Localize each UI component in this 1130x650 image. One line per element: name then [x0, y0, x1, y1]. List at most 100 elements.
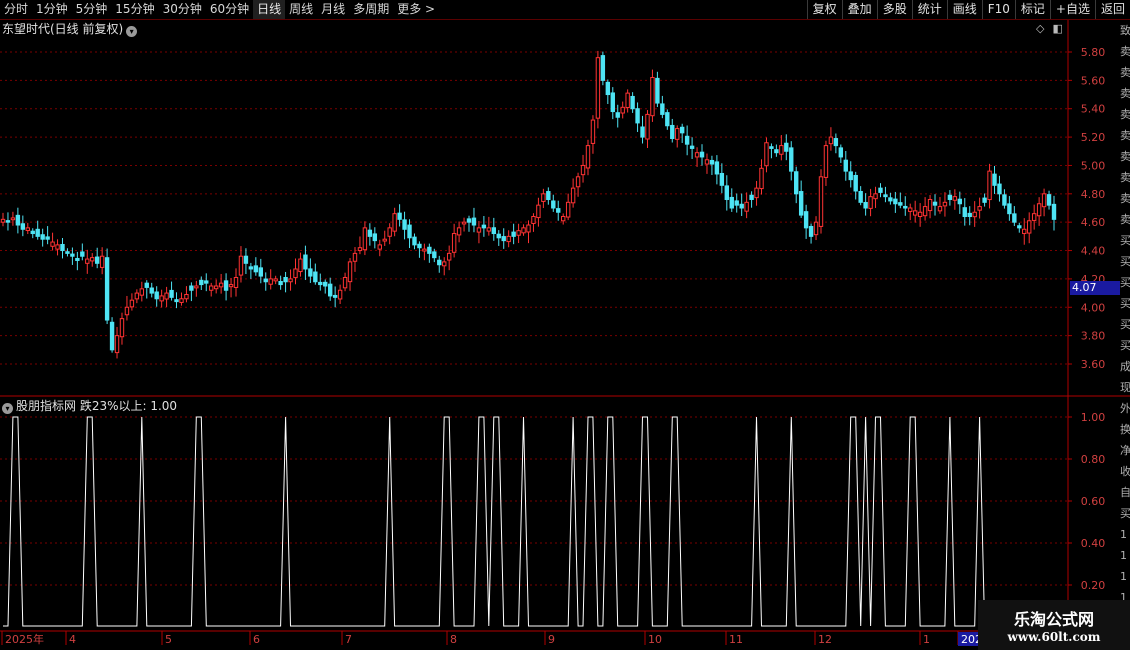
- candle-body: [615, 112, 620, 118]
- candle-body: [258, 267, 263, 277]
- side-edge-char: 卖: [1120, 129, 1130, 142]
- candle-body: [967, 212, 972, 218]
- candle-body: [957, 198, 963, 205]
- indicator-title-row: ▾ 股朋指标网 跌23%以上: 1.00: [2, 398, 177, 414]
- candle-body: [194, 285, 199, 289]
- candle-body: [645, 113, 650, 140]
- candle-body: [937, 206, 943, 212]
- x-axis-label: 4: [69, 633, 76, 646]
- y-tick-label: 4.60: [1081, 216, 1106, 229]
- candle-body: [437, 259, 442, 266]
- candle-body: [848, 171, 853, 181]
- candle-body: [764, 142, 769, 167]
- candle-body: [585, 145, 591, 169]
- candle-body: [451, 233, 457, 253]
- candle-body: [323, 281, 328, 287]
- side-edge-char: 买: [1120, 234, 1130, 247]
- candle-body: [962, 207, 967, 218]
- chevron-down-icon[interactable]: ▾: [2, 403, 13, 414]
- candle-body: [526, 224, 531, 233]
- y-tick-label: 5.60: [1081, 74, 1106, 87]
- candle-body: [635, 108, 640, 124]
- candle-body: [501, 236, 506, 242]
- side-edge-char: 卖: [1120, 66, 1130, 79]
- candle-body: [670, 124, 675, 140]
- side-edge-char: 致: [1120, 24, 1130, 37]
- candle-body: [630, 95, 635, 110]
- candle-body: [362, 227, 368, 251]
- candle-body: [486, 227, 492, 232]
- candle-body: [600, 55, 606, 81]
- candle-body: [665, 112, 670, 127]
- candle-body: [144, 282, 149, 288]
- candle-body: [347, 261, 353, 283]
- candle-body: [605, 81, 611, 96]
- side-panel-edge: 致卖卖卖卖卖卖卖卖卖买买买买买买成现外换净收自买11111: [1120, 20, 1130, 630]
- y-tick-label: 5.00: [1081, 159, 1106, 172]
- candle-body: [789, 147, 794, 172]
- candle-body: [238, 255, 244, 276]
- chart-canvas: 5.805.605.405.205.004.804.604.404.204.00…: [0, 20, 1130, 646]
- candle-body: [104, 257, 110, 321]
- candle-body: [759, 167, 764, 190]
- side-edge-char: 成: [1120, 360, 1130, 373]
- candle-body: [1051, 203, 1057, 220]
- side-edge-char: 卖: [1120, 192, 1130, 205]
- x-axis-label: 5: [165, 633, 172, 646]
- candle-body: [85, 258, 90, 264]
- candle-body: [1041, 193, 1047, 208]
- candle-body: [496, 233, 501, 239]
- candle-body: [903, 205, 908, 209]
- x-axis-label: 6: [253, 633, 260, 646]
- candle-body: [303, 254, 308, 270]
- side-edge-char: 收: [1120, 465, 1130, 478]
- candle-body: [189, 285, 194, 291]
- candle-body: [694, 152, 700, 158]
- candle-body: [590, 119, 596, 144]
- candle-body: [565, 201, 571, 218]
- side-edge-char: 卖: [1120, 213, 1130, 226]
- candle-body: [204, 280, 209, 284]
- candle-body: [283, 276, 288, 283]
- candle-body: [828, 136, 834, 145]
- indicator-title: 股朋指标网 跌23%以上: 1.00: [16, 399, 178, 413]
- candle-body: [511, 231, 516, 237]
- candle-body: [878, 187, 883, 193]
- indicator-tick-label: 0.20: [1081, 579, 1106, 592]
- candle-body: [561, 216, 566, 222]
- candle-body: [228, 284, 234, 288]
- candle-body: [5, 220, 11, 223]
- candle-body: [536, 204, 541, 219]
- candle-body: [506, 235, 511, 243]
- candle-body: [174, 299, 179, 303]
- candle-body: [352, 252, 358, 262]
- candle-body: [932, 201, 938, 206]
- candle-body: [10, 217, 16, 221]
- candle-body: [90, 257, 95, 262]
- candle-body: [357, 247, 363, 252]
- candle-body: [521, 227, 526, 234]
- candle-body: [213, 285, 219, 290]
- candle-body: [997, 183, 1002, 195]
- candle-body: [1027, 220, 1032, 234]
- candle-body: [546, 191, 551, 200]
- candle-body: [268, 278, 273, 285]
- candle-body: [327, 283, 333, 297]
- x-axis-label: 7: [345, 633, 352, 646]
- candle-body: [942, 201, 948, 207]
- candle-body: [129, 299, 135, 308]
- side-edge-char: 卖: [1120, 150, 1130, 163]
- candle-body: [863, 201, 868, 209]
- y-tick-label: 3.60: [1081, 358, 1106, 371]
- candle-body: [332, 294, 338, 298]
- candle-body: [798, 191, 804, 216]
- candle-body: [114, 335, 120, 354]
- candle-body: [60, 243, 65, 252]
- candle-body: [724, 185, 730, 200]
- candle-body: [154, 291, 159, 300]
- x-axis-label: 12: [818, 633, 832, 646]
- candle-body: [734, 200, 739, 206]
- candle-body: [432, 251, 437, 259]
- side-edge-char: 卖: [1120, 171, 1130, 184]
- candle-body: [575, 176, 581, 188]
